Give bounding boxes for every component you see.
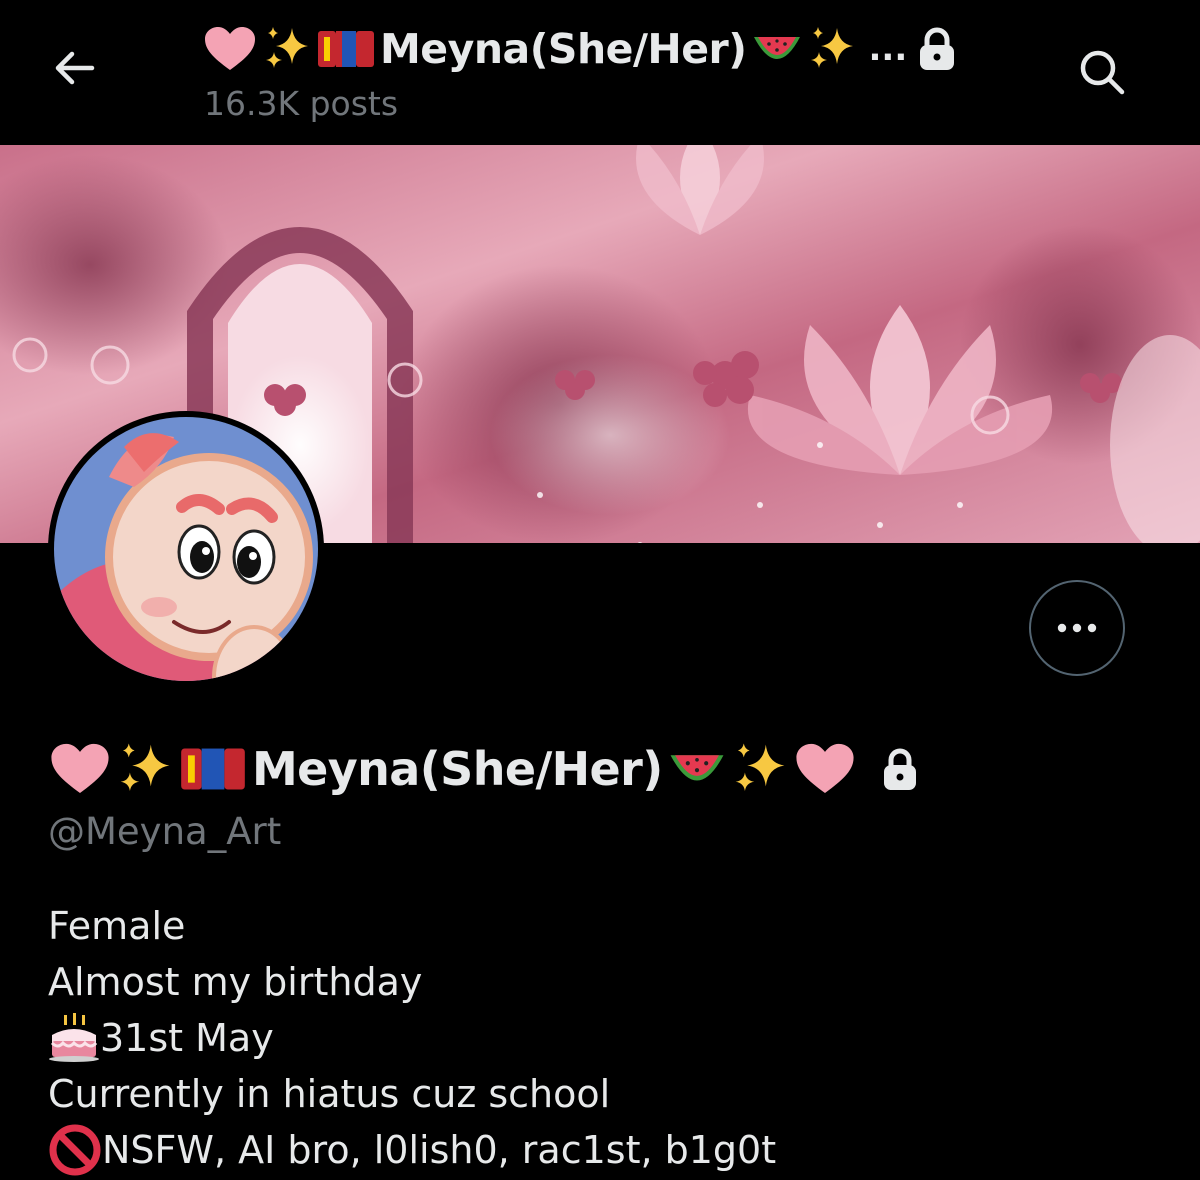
heart-icon <box>796 743 854 793</box>
lock-icon <box>883 748 916 790</box>
avatar-image <box>54 417 318 681</box>
mongolia-flag-icon <box>318 31 374 67</box>
bio-line: Almost my birthday <box>48 960 423 1004</box>
search-button[interactable] <box>1072 42 1132 102</box>
profile-display-name: Meyna(She/Her) <box>48 736 929 802</box>
search-icon <box>1080 50 1125 95</box>
prohibited-icon <box>49 1124 101 1176</box>
heart-icon <box>205 27 255 70</box>
profile-bio: Female Almost my birthday 31st May Curre… <box>48 898 1168 1178</box>
more-icon <box>1057 623 1097 633</box>
bio-line: Female <box>48 904 186 948</box>
title-ellipsis: ... <box>868 29 908 69</box>
birthday-cake-icon <box>49 1013 99 1062</box>
sparkles-icon <box>810 27 853 68</box>
bio-line: Currently in hiatus cuz school <box>48 1072 611 1116</box>
back-button[interactable] <box>46 40 102 96</box>
lock-icon <box>920 27 955 70</box>
top-bar: Meyna(She/Her) ... 16.3K posts <box>0 0 1200 145</box>
posts-count: 16.3K posts <box>204 84 399 123</box>
header-name: Meyna(She/Her) <box>380 25 747 73</box>
bio-line-restrictions: NSFW, AI bro, l0lish0, rac1st, b1g0t <box>48 1122 1168 1178</box>
profile-handle: @Meyna_Art <box>48 810 282 853</box>
sparkles-icon <box>735 743 785 792</box>
mongolia-flag-icon <box>181 748 245 790</box>
sparkles-icon <box>120 743 170 792</box>
bio-birthday-text: 31st May <box>100 1016 274 1060</box>
more-options-button[interactable] <box>1029 580 1125 676</box>
display-name-text: Meyna(She/Her) <box>252 742 663 796</box>
header-title: Meyna(She/Her) ... <box>202 18 957 80</box>
sparkles-icon <box>266 27 308 68</box>
avatar[interactable] <box>48 411 324 687</box>
heart-icon <box>51 743 109 793</box>
bio-line-birthday: 31st May <box>48 1010 1168 1066</box>
watermelon-icon <box>670 755 724 781</box>
arrow-left-icon <box>55 51 95 85</box>
watermelon-icon <box>753 37 800 59</box>
bio-restrictions-text: NSFW, AI bro, l0lish0, rac1st, b1g0t <box>102 1128 777 1172</box>
